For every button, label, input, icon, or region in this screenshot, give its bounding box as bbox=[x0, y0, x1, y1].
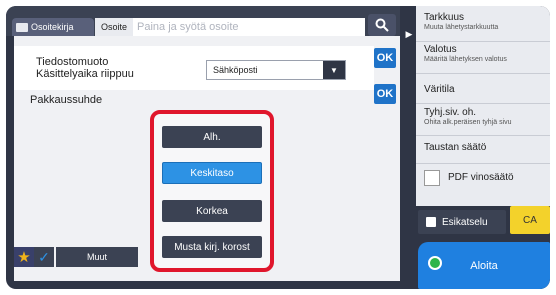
filetype-select-value: Sähköposti bbox=[213, 65, 258, 75]
option-black-text-emphasis[interactable]: Musta kirj. korost bbox=[162, 236, 262, 258]
setting-blank-page-skip-title: Tyhj.siv. oh. bbox=[424, 107, 477, 118]
search-icon bbox=[375, 18, 389, 32]
filetype-select[interactable]: Sähköposti ▼ bbox=[206, 60, 346, 80]
app-frame: Osoitekirja Osoite Tiedostomuoto Käsitte… bbox=[6, 6, 550, 289]
setting-color-mode[interactable]: Väritila bbox=[416, 74, 550, 104]
setting-color-mode-title: Väritila bbox=[424, 84, 455, 95]
ok-button-filetype[interactable]: OK bbox=[374, 48, 396, 68]
address-input[interactable] bbox=[133, 18, 365, 36]
clear-all-button[interactable]: CA bbox=[510, 206, 550, 234]
ok-button-compression[interactable]: OK bbox=[374, 84, 396, 104]
option-high[interactable]: Korkea bbox=[162, 200, 262, 222]
filetype-label: Tiedostomuoto Käsittelyaika riippuu bbox=[36, 56, 134, 80]
setting-exposure[interactable]: Valotus Määritä lähetyksen valotus bbox=[416, 42, 550, 74]
addressbook-icon bbox=[16, 22, 28, 32]
favorite-star-icon[interactable]: ★ bbox=[14, 247, 34, 267]
collapse-arrow-icon[interactable]: ▶ bbox=[403, 28, 415, 40]
setting-background-adjust-title: Taustan säätö bbox=[424, 142, 487, 153]
filetype-row: Tiedostomuoto Käsittelyaika riippuu Sähk… bbox=[14, 46, 374, 90]
setting-blank-page-skip[interactable]: Tyhj.siv. oh. Ohita alk.peräisen tyhjä s… bbox=[416, 104, 550, 136]
setting-exposure-sub: Määritä lähetyksen valotus bbox=[424, 56, 507, 63]
preview-button-label: Esikatselu bbox=[442, 216, 488, 228]
top-bar: Osoitekirja Osoite bbox=[6, 6, 400, 36]
filetype-label-line1: Tiedostomuoto bbox=[36, 56, 109, 68]
compression-options-highlight: Alh. Keskitaso Korkea Musta kirj. korost bbox=[150, 110, 274, 272]
others-button[interactable]: Muut bbox=[56, 247, 138, 267]
start-button-label: Aloita bbox=[470, 259, 498, 272]
setting-resolution-sub: Muuta lähetystarkkuutta bbox=[424, 24, 499, 31]
setting-pdf-skew[interactable]: PDF vinosäätö bbox=[416, 164, 550, 194]
right-settings-panel: Tarkkuus Muuta lähetystarkkuutta Valotus… bbox=[416, 6, 550, 206]
dropdown-arrow-icon[interactable]: ▼ bbox=[323, 61, 345, 79]
preview-button[interactable]: Esikatselu bbox=[418, 210, 506, 234]
pdf-skew-checkbox[interactable] bbox=[424, 170, 440, 186]
checkmark-icon[interactable]: ✓ bbox=[34, 247, 54, 267]
setting-resolution-title: Tarkkuus bbox=[424, 12, 465, 23]
preview-icon bbox=[426, 217, 436, 227]
tab-address[interactable]: Osoite bbox=[95, 18, 133, 36]
setting-background-adjust[interactable]: Taustan säätö bbox=[416, 136, 550, 164]
setting-blank-page-skip-sub: Ohita alk.peräisen tyhjä sivu bbox=[424, 119, 512, 126]
start-button[interactable]: Aloita bbox=[418, 242, 550, 289]
filetype-label-line2: Käsittelyaika riippuu bbox=[36, 68, 134, 80]
option-low[interactable]: Alh. bbox=[162, 126, 262, 148]
compression-title: Pakkaussuhde bbox=[30, 94, 103, 106]
start-icon bbox=[428, 256, 442, 270]
settings-panel: Tiedostomuoto Käsittelyaika riippuu Sähk… bbox=[14, 36, 400, 281]
tab-addressbook-label: Osoitekirja bbox=[31, 22, 74, 32]
tab-addressbook[interactable]: Osoitekirja bbox=[12, 18, 94, 36]
pdf-skew-label: PDF vinosäätö bbox=[448, 172, 514, 183]
option-medium[interactable]: Keskitaso bbox=[162, 162, 262, 184]
setting-exposure-title: Valotus bbox=[424, 44, 457, 55]
search-button[interactable] bbox=[368, 14, 396, 36]
setting-resolution[interactable]: Tarkkuus Muuta lähetystarkkuutta bbox=[416, 12, 550, 42]
